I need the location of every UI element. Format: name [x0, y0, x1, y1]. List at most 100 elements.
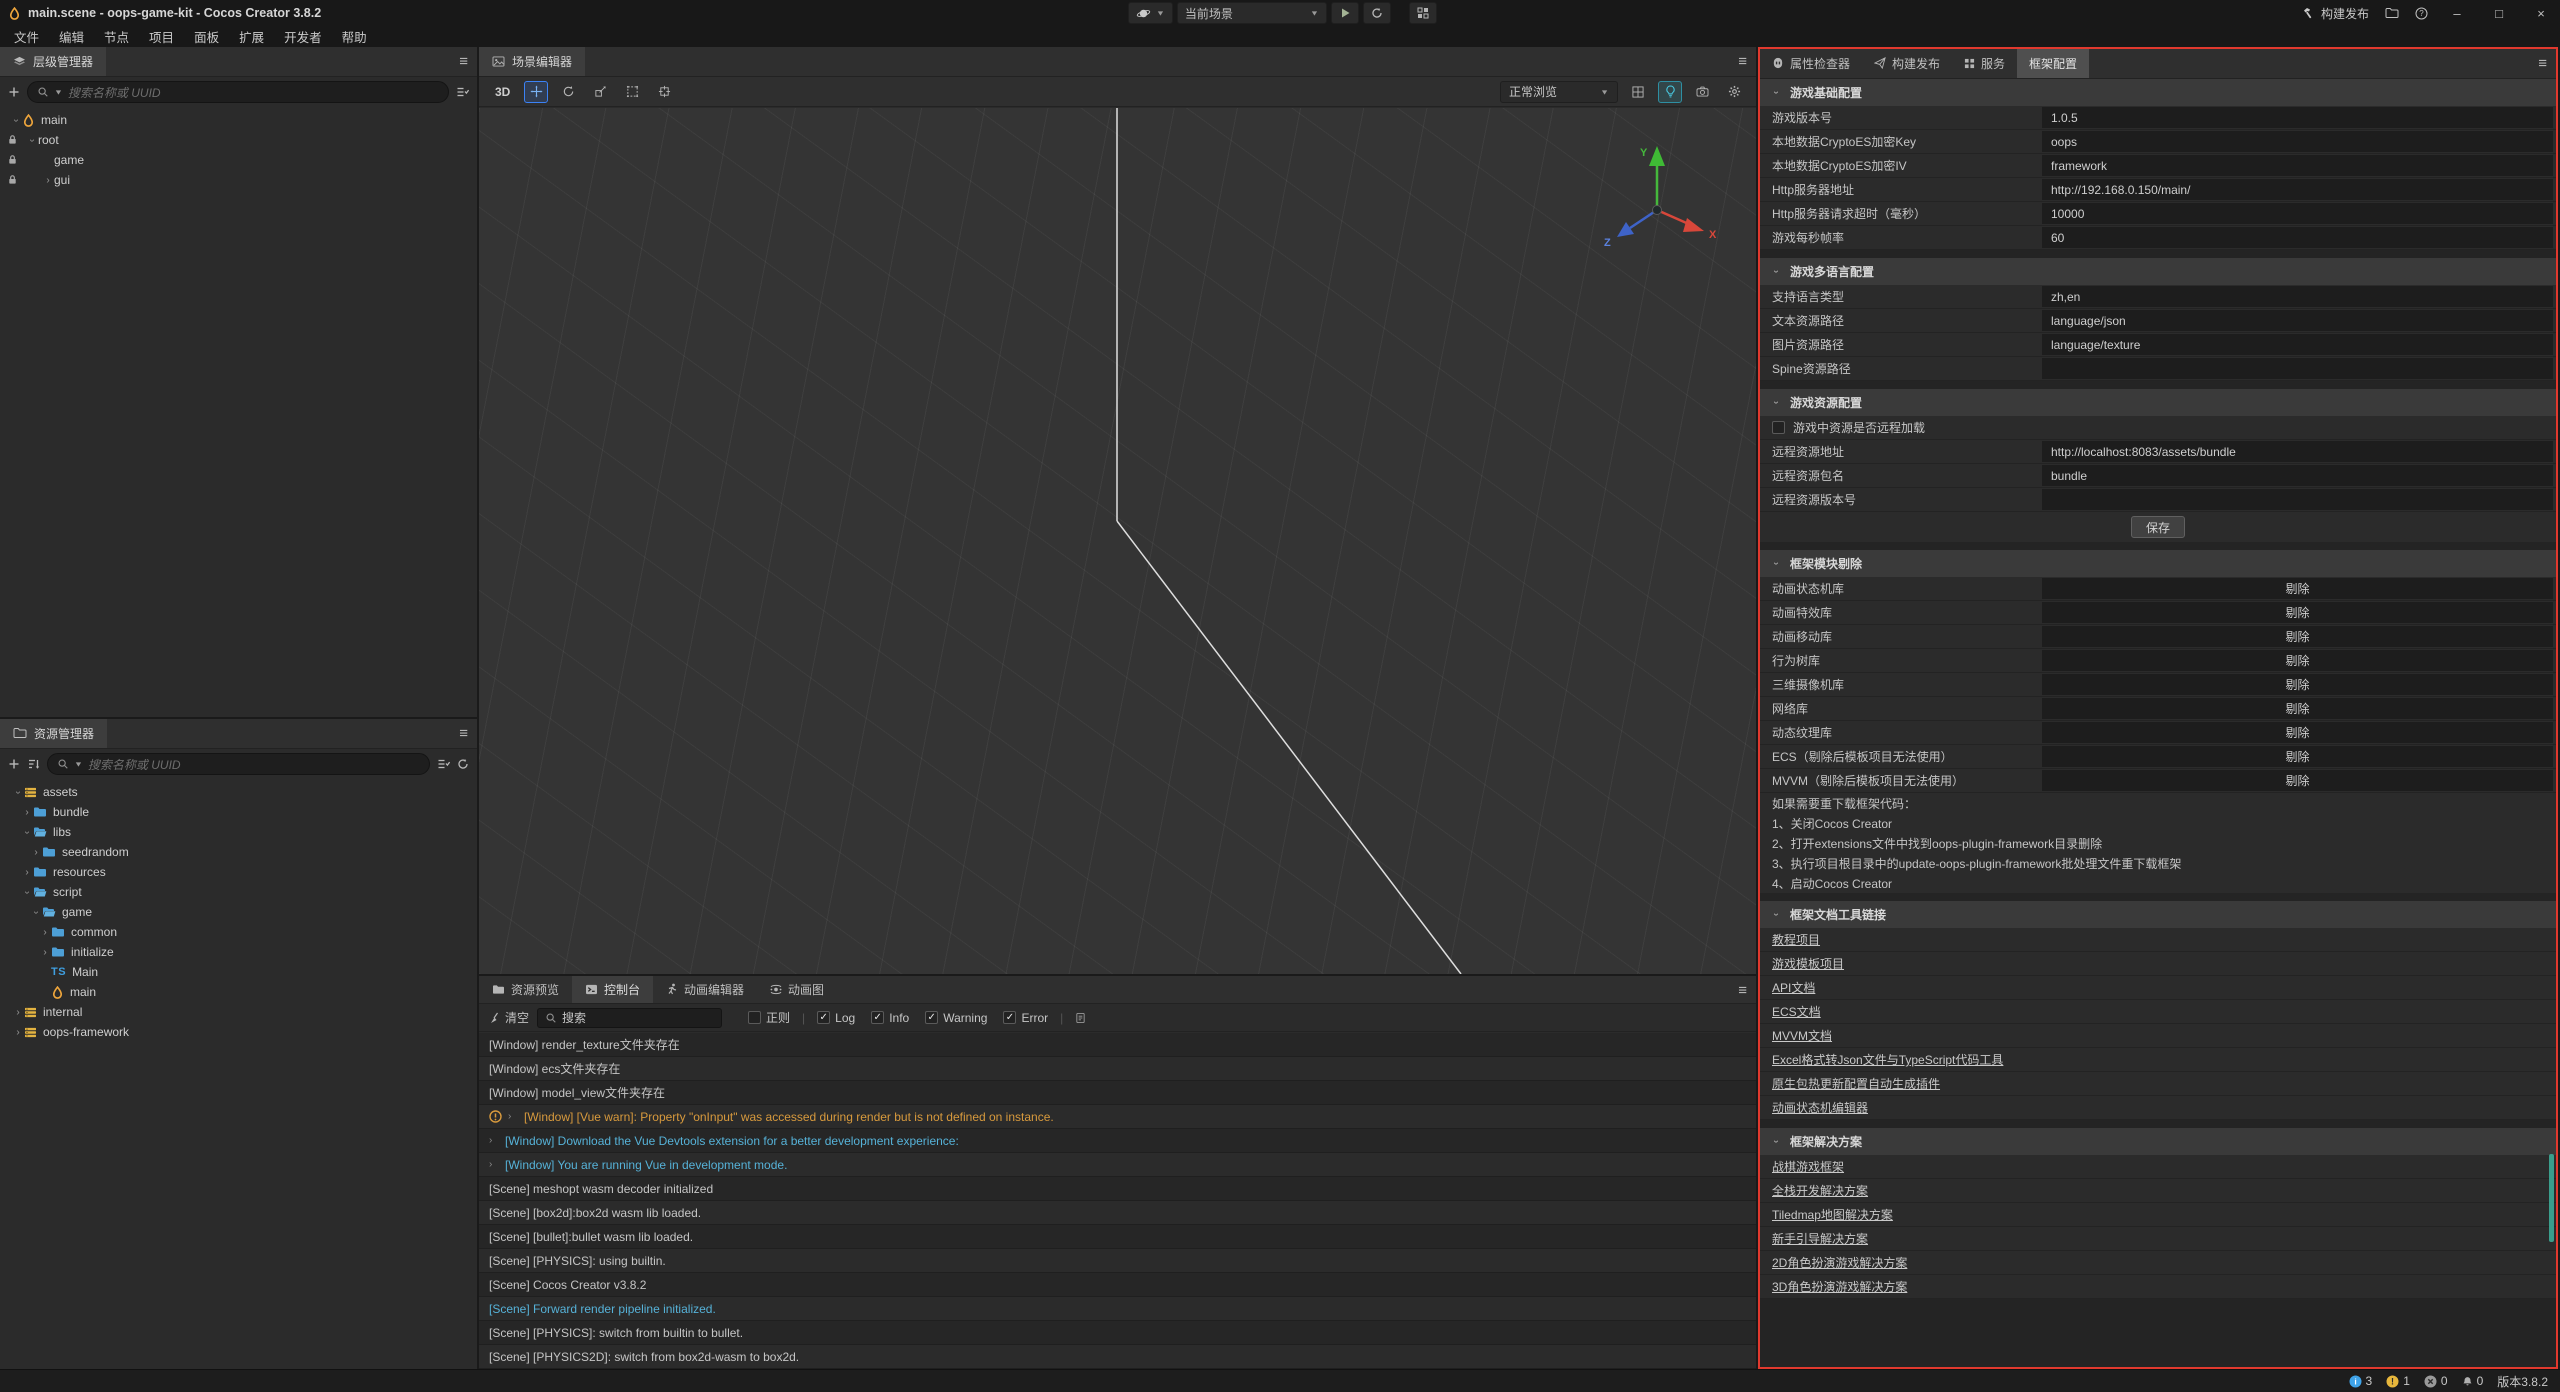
- build-button[interactable]: 构建发布: [2302, 5, 2369, 22]
- log-row[interactable]: [Scene] [PHYSICS]: switch from builtin t…: [479, 1321, 1756, 1345]
- lighting-button[interactable]: [1658, 81, 1682, 103]
- field-input[interactable]: [2042, 358, 2553, 379]
- doc-link[interactable]: MVVM文档: [1772, 1027, 1832, 1044]
- create-asset-button[interactable]: [8, 758, 20, 770]
- field-input[interactable]: 60: [2042, 227, 2553, 248]
- refresh-assets-button[interactable]: [457, 758, 469, 770]
- platform-select[interactable]: ▼: [1128, 2, 1173, 24]
- help-icon[interactable]: ?: [2415, 7, 2428, 20]
- assets-menu-icon[interactable]: ≡: [459, 725, 468, 742]
- field-input[interactable]: http://192.168.0.150/main/: [2042, 179, 2553, 200]
- tree-row-script[interactable]: ›script: [0, 882, 477, 902]
- doc-link[interactable]: API文档: [1772, 979, 1815, 996]
- field-input[interactable]: language/json: [2042, 310, 2553, 331]
- chevron-down-icon[interactable]: ›: [22, 886, 33, 898]
- checkbox-icon[interactable]: [1772, 421, 1785, 434]
- console-search-input[interactable]: 搜索: [537, 1008, 722, 1028]
- log-row[interactable]: [Scene] Forward render pipeline initiali…: [479, 1297, 1756, 1321]
- log-row[interactable]: ›[Window] [Vue warn]: Property "onInput"…: [479, 1105, 1756, 1129]
- tree-row-game[interactable]: game: [0, 150, 477, 170]
- menu-item-7[interactable]: 帮助: [332, 27, 377, 46]
- inspector-tab-0[interactable]: 属性检查器: [1760, 48, 1862, 78]
- remove-button[interactable]: 剔除: [2042, 650, 2553, 671]
- filter-info-checkbox[interactable]: ✓Info: [871, 1011, 909, 1025]
- sort-assets-button[interactable]: [27, 758, 40, 770]
- field-input[interactable]: oops: [2042, 131, 2553, 152]
- console-menu-icon[interactable]: ≡: [1738, 982, 1747, 999]
- chevron-right-icon[interactable]: ›: [39, 927, 51, 938]
- section-header[interactable]: ›框架文档工具链接: [1760, 901, 2556, 928]
- log-row[interactable]: [Scene] [bullet]:bullet wasm lib loaded.: [479, 1225, 1756, 1249]
- remove-button[interactable]: 剔除: [2042, 602, 2553, 623]
- remove-button[interactable]: 剔除: [2042, 722, 2553, 743]
- chevron-right-icon[interactable]: ›: [508, 1111, 518, 1122]
- chevron-right-icon[interactable]: ›: [489, 1159, 499, 1170]
- view-mode-select[interactable]: 正常浏览 ▼: [1500, 81, 1618, 103]
- chevron-right-icon[interactable]: ›: [42, 175, 54, 186]
- log-row[interactable]: [Scene] Cocos Creator v3.8.2: [479, 1273, 1756, 1297]
- menu-item-2[interactable]: 节点: [94, 27, 139, 46]
- remove-button[interactable]: 剔除: [2042, 578, 2553, 599]
- log-row[interactable]: ›[Window] You are running Vue in develop…: [479, 1153, 1756, 1177]
- log-row[interactable]: [Scene] [PHYSICS]: using builtin.: [479, 1249, 1756, 1273]
- tab-hierarchy[interactable]: 层级管理器: [0, 47, 106, 76]
- inspector-tab-1[interactable]: 构建发布: [1862, 48, 1952, 78]
- hierarchy-menu-icon[interactable]: ≡: [459, 53, 468, 70]
- doc-link[interactable]: Tiledmap地图解决方案: [1772, 1206, 1893, 1223]
- tab-scene-editor[interactable]: 场景编辑器: [479, 47, 585, 76]
- remove-button[interactable]: 剔除: [2042, 770, 2553, 791]
- move-tool-button[interactable]: [524, 81, 548, 103]
- tree-row-game[interactable]: ›game: [0, 902, 477, 922]
- menu-item-5[interactable]: 扩展: [229, 27, 274, 46]
- doc-link[interactable]: 全栈开发解决方案: [1772, 1182, 1868, 1199]
- open-project-folder-icon[interactable]: [2385, 7, 2399, 19]
- chevron-right-icon[interactable]: ›: [12, 1027, 24, 1038]
- log-row[interactable]: [Window] render_texture文件夹存在: [479, 1033, 1756, 1057]
- chevron-down-icon[interactable]: ›: [13, 786, 24, 798]
- chevron-right-icon[interactable]: ›: [489, 1135, 499, 1146]
- log-row[interactable]: [Scene] meshopt wasm decoder initialized: [479, 1177, 1756, 1201]
- scale-tool-button[interactable]: [588, 81, 612, 103]
- clear-console-button[interactable]: 清空: [489, 1009, 529, 1026]
- field-input[interactable]: http://localhost:8083/assets/bundle: [2042, 441, 2553, 462]
- tree-row-common[interactable]: ›common: [0, 922, 477, 942]
- chevron-right-icon[interactable]: ›: [12, 1007, 24, 1018]
- tree-row-root[interactable]: ›root: [0, 130, 477, 150]
- tree-row-oops-framework[interactable]: ›oops-framework: [0, 1022, 477, 1042]
- console-tab-1[interactable]: 控制台: [572, 976, 653, 1003]
- section-header[interactable]: ›游戏多语言配置: [1760, 258, 2556, 285]
- chevron-down-icon[interactable]: ›: [11, 114, 22, 126]
- tree-row-internal[interactable]: ›internal: [0, 1002, 477, 1022]
- scene-settings-button[interactable]: [1722, 81, 1746, 103]
- doc-link[interactable]: 教程项目: [1772, 931, 1820, 948]
- doc-link[interactable]: 原生包热更新配置自动生成插件: [1772, 1075, 1940, 1092]
- log-row[interactable]: [Window] ecs文件夹存在: [479, 1057, 1756, 1081]
- remove-button[interactable]: 剔除: [2042, 674, 2553, 695]
- log-file-icon[interactable]: [1075, 1012, 1086, 1024]
- create-node-button[interactable]: [8, 86, 20, 98]
- remove-button[interactable]: 剔除: [2042, 626, 2553, 647]
- save-button[interactable]: 保存: [2131, 516, 2185, 538]
- orientation-gizmo[interactable]: Y X Z: [1592, 134, 1722, 252]
- doc-link[interactable]: 3D角色扮演游戏解决方案: [1772, 1278, 1907, 1295]
- chevron-right-icon[interactable]: ›: [21, 807, 33, 818]
- section-header[interactable]: ›游戏基础配置: [1760, 79, 2556, 106]
- tree-row-resources[interactable]: ›resources: [0, 862, 477, 882]
- log-row[interactable]: [Window] model_view文件夹存在: [479, 1081, 1756, 1105]
- doc-link[interactable]: 游戏模板项目: [1772, 955, 1844, 972]
- doc-link[interactable]: 2D角色扮演游戏解决方案: [1772, 1254, 1907, 1271]
- tree-row-libs[interactable]: ›libs: [0, 822, 477, 842]
- tree-row-bundle[interactable]: ›bundle: [0, 802, 477, 822]
- field-input[interactable]: zh,en: [2042, 286, 2553, 307]
- hierarchy-search-input[interactable]: ▼ 搜索名称或 UUID: [27, 81, 449, 103]
- doc-link[interactable]: ECS文档: [1772, 1003, 1821, 1020]
- scene-select[interactable]: 当前场景 ▼: [1177, 2, 1327, 24]
- menu-item-4[interactable]: 面板: [184, 27, 229, 46]
- menu-item-6[interactable]: 开发者: [274, 27, 332, 46]
- tree-row-initialize[interactable]: ›initialize: [0, 942, 477, 962]
- maximize-button[interactable]: □: [2486, 6, 2512, 21]
- log-row[interactable]: [Scene] [box2d]:box2d wasm lib loaded.: [479, 1201, 1756, 1225]
- filter-warning-checkbox[interactable]: ✓Warning: [925, 1011, 987, 1025]
- warning-count[interactable]: ! 1: [2386, 1374, 2410, 1388]
- tree-row-main[interactable]: main: [0, 982, 477, 1002]
